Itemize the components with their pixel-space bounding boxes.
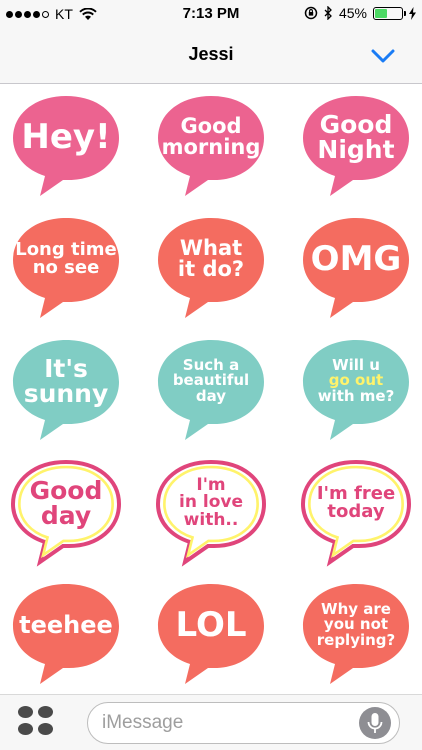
- sticker-label: Good day: [11, 462, 121, 544]
- sticker-im-in-love-with[interactable]: I'm in love with..: [152, 456, 270, 568]
- sticker-good-morning[interactable]: Good morning: [152, 90, 270, 202]
- conversation-header: Jessi: [0, 28, 422, 84]
- sticker-text-line: today: [327, 501, 385, 522]
- sticker-label: I'm in love with..: [156, 462, 266, 544]
- sticker-text-line: Good: [180, 113, 242, 138]
- sticker-grid: Hey! Good morning Good Night Long time no s…: [0, 84, 422, 694]
- sticker-text-line: it do?: [177, 257, 245, 281]
- compose-bar: [0, 694, 422, 750]
- sticker-label: Long time no see: [11, 218, 121, 300]
- sticker-text-line: Hey!: [21, 116, 111, 157]
- sticker-text-line: day: [40, 501, 92, 530]
- sticker-text-line: day: [195, 386, 227, 405]
- sticker-label: Why are you not replying?: [301, 584, 411, 666]
- sticker-label: LOL: [156, 584, 266, 666]
- sticker-lol[interactable]: LOL: [152, 578, 270, 690]
- sticker-text-line: sunny: [23, 379, 109, 408]
- sticker-im-free-today[interactable]: I'm free today: [297, 456, 415, 568]
- sticker-hey[interactable]: Hey!: [7, 90, 125, 202]
- contact-name: Jessi: [188, 44, 234, 64]
- sticker-text-line: no see: [32, 257, 100, 278]
- microphone-icon: [367, 713, 383, 733]
- app-drawer-icon[interactable]: [18, 706, 54, 738]
- sticker-label: I'm free today: [301, 462, 411, 544]
- battery-percent: 45%: [338, 5, 367, 21]
- sticker-teehee[interactable]: teehee: [7, 578, 125, 690]
- message-input[interactable]: [87, 702, 400, 744]
- sticker-text-line: with me?: [317, 386, 395, 405]
- sticker-label: Will u go out with me?: [301, 340, 411, 422]
- sticker-text-line: It's: [44, 353, 88, 383]
- sticker-label: It's sunny: [11, 340, 121, 422]
- sticker-text-line: replying?: [316, 630, 396, 649]
- bluetooth-icon: [324, 6, 332, 20]
- sticker-text-line: teehee: [19, 610, 113, 639]
- sticker-good-night[interactable]: Good Night: [297, 90, 415, 202]
- sticker-such-a-beautiful-day[interactable]: Such a beautiful day: [152, 334, 270, 446]
- sticker-good-day[interactable]: Good day: [7, 456, 125, 568]
- sticker-label: What it do?: [156, 218, 266, 300]
- sticker-label: OMG: [301, 218, 411, 300]
- sticker-omg[interactable]: OMG: [297, 212, 415, 324]
- sticker-text-line: Good: [319, 109, 393, 139]
- sticker-text-line: Good: [29, 475, 103, 505]
- sticker-text-line: LOL: [175, 604, 247, 645]
- sticker-label: Hey!: [11, 96, 121, 178]
- sticker-will-u-go-out-with-me[interactable]: Will u go out with me?: [297, 334, 415, 446]
- battery-level: [375, 8, 387, 18]
- sticker-what-it-do[interactable]: What it do?: [152, 212, 270, 324]
- status-bar: KT 7:13 PM 45%: [0, 0, 422, 28]
- sticker-label: Such a beautiful day: [156, 340, 266, 422]
- sticker-label: teehee: [11, 584, 121, 666]
- sticker-long-time-no-see[interactable]: Long time no see: [7, 212, 125, 324]
- sticker-text-line: with..: [183, 509, 239, 530]
- sticker-label: Good morning: [156, 96, 266, 178]
- sticker-text-line: Night: [317, 135, 395, 164]
- sticker-text-line: What: [179, 235, 243, 260]
- sticker-text-line: OMG: [310, 238, 402, 279]
- orientation-lock-icon: [304, 6, 318, 20]
- sticker-text-line: morning: [161, 135, 261, 159]
- chevron-down-icon[interactable]: [368, 44, 398, 68]
- charging-bolt-icon: [409, 6, 416, 20]
- sticker-label: Good Night: [301, 96, 411, 178]
- sticker-why-are-you-not-replying[interactable]: Why are you not replying?: [297, 578, 415, 690]
- sticker-its-sunny[interactable]: It's sunny: [7, 334, 125, 446]
- microphone-button[interactable]: [359, 707, 391, 739]
- status-right: 45%: [304, 5, 416, 21]
- battery-icon: [373, 6, 406, 20]
